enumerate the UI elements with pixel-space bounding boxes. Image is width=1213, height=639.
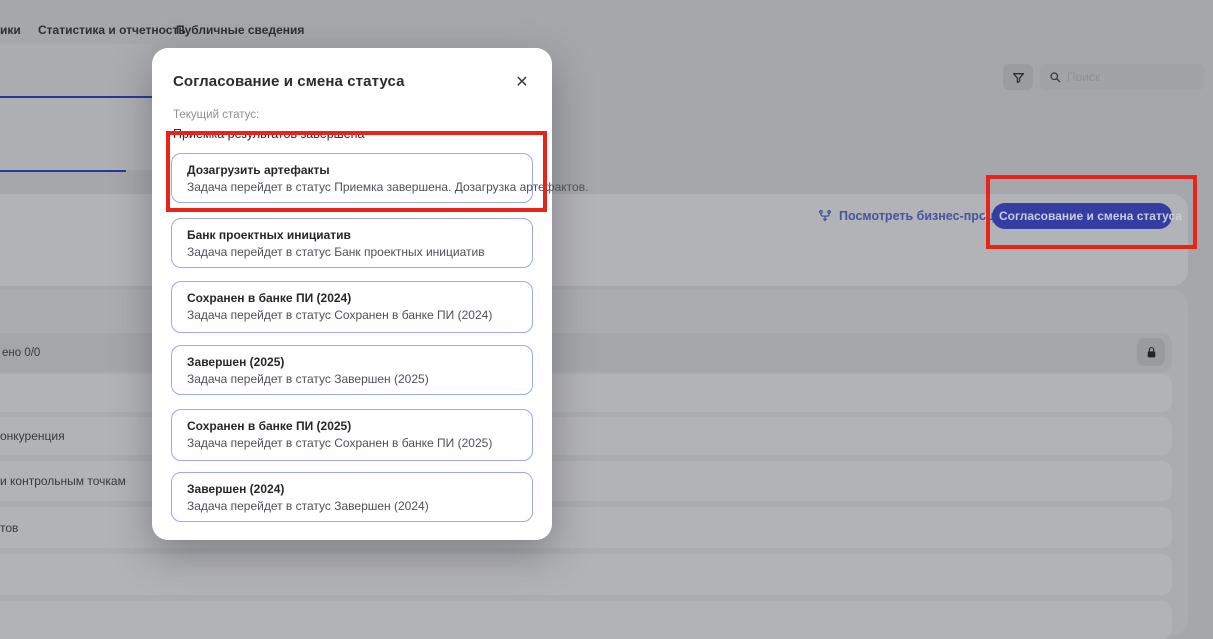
- background-tab-area-row: [0, 98, 152, 170]
- search-input[interactable]: [1067, 70, 1213, 84]
- option-title: Банк проектных инициатив: [187, 228, 517, 242]
- table-row[interactable]: [0, 601, 1172, 639]
- option-title: Завершен (2024): [187, 482, 517, 496]
- filter-funnel-icon: [1012, 71, 1025, 84]
- row-label: тов: [0, 521, 18, 535]
- search-field[interactable]: [1040, 64, 1205, 90]
- current-status-label: Текущий статус:: [173, 109, 259, 121]
- approval-status-change-label: Согласование и смена статуса: [999, 209, 1182, 223]
- background-tab-area: [0, 44, 152, 96]
- table-row[interactable]: [0, 554, 1172, 595]
- option-description: Задача перейдет в статус Сохранен в банк…: [187, 436, 517, 450]
- option-description: Задача перейдет в статус Банк проектных …: [187, 245, 517, 259]
- status-option-project-bank[interactable]: Банк проектных инициатив Задача перейдет…: [171, 218, 533, 268]
- status-option-finished-2024[interactable]: Завершен (2024) Задача перейдет в статус…: [171, 472, 533, 522]
- grid-header-label: ено 0/0: [2, 347, 40, 359]
- active-tab-underline-2: [0, 170, 126, 172]
- workflow-branch-icon: [818, 209, 832, 223]
- search-icon: [1049, 71, 1061, 83]
- status-option-saved-2024[interactable]: Сохранен в банке ПИ (2024) Задача перейд…: [171, 281, 533, 333]
- option-title: Дозагрузить артефакты: [187, 163, 517, 177]
- current-status-value: Приемка результатов завершена: [173, 127, 365, 141]
- status-option-upload-artifacts[interactable]: Дозагрузить артефакты Задача перейдет в …: [171, 153, 533, 203]
- row-label: и контрольным точкам: [0, 474, 126, 488]
- status-option-finished-2025[interactable]: Завершен (2025) Задача перейдет в статус…: [171, 345, 533, 395]
- filter-button[interactable]: [1003, 64, 1033, 90]
- status-option-saved-2025[interactable]: Сохранен в банке ПИ (2025) Задача перейд…: [171, 409, 533, 461]
- row-label: онкуренция: [0, 429, 65, 443]
- active-tab-underline: [0, 96, 153, 98]
- nav-tab-cut[interactable]: ики: [0, 23, 21, 37]
- close-icon[interactable]: ✕: [510, 70, 534, 94]
- option-description: Задача перейдет в статус Сохранен в банк…: [187, 308, 517, 322]
- option-title: Сохранен в банке ПИ (2025): [187, 419, 517, 433]
- approval-status-change-button[interactable]: Согласование и смена статуса: [992, 203, 1172, 229]
- lightning-bolt-icon: [982, 210, 992, 222]
- option-description: Задача перейдет в статус Завершен (2024): [187, 499, 517, 513]
- lock-icon: [1145, 346, 1158, 359]
- status-change-modal: Согласование и смена статуса ✕ Текущий с…: [152, 48, 552, 540]
- option-description: Задача перейдет в статус Завершен (2025): [187, 372, 517, 386]
- option-title: Сохранен в банке ПИ (2024): [187, 291, 517, 305]
- lock-button[interactable]: [1137, 338, 1165, 366]
- nav-tab-public-info[interactable]: Публичные сведения: [176, 23, 304, 37]
- nav-tab-statistics[interactable]: Статистика и отчетность: [38, 23, 186, 37]
- option-description: Задача перейдет в статус Приемка заверше…: [187, 180, 517, 194]
- option-title: Завершен (2025): [187, 355, 517, 369]
- modal-title: Согласование и смена статуса: [173, 73, 405, 90]
